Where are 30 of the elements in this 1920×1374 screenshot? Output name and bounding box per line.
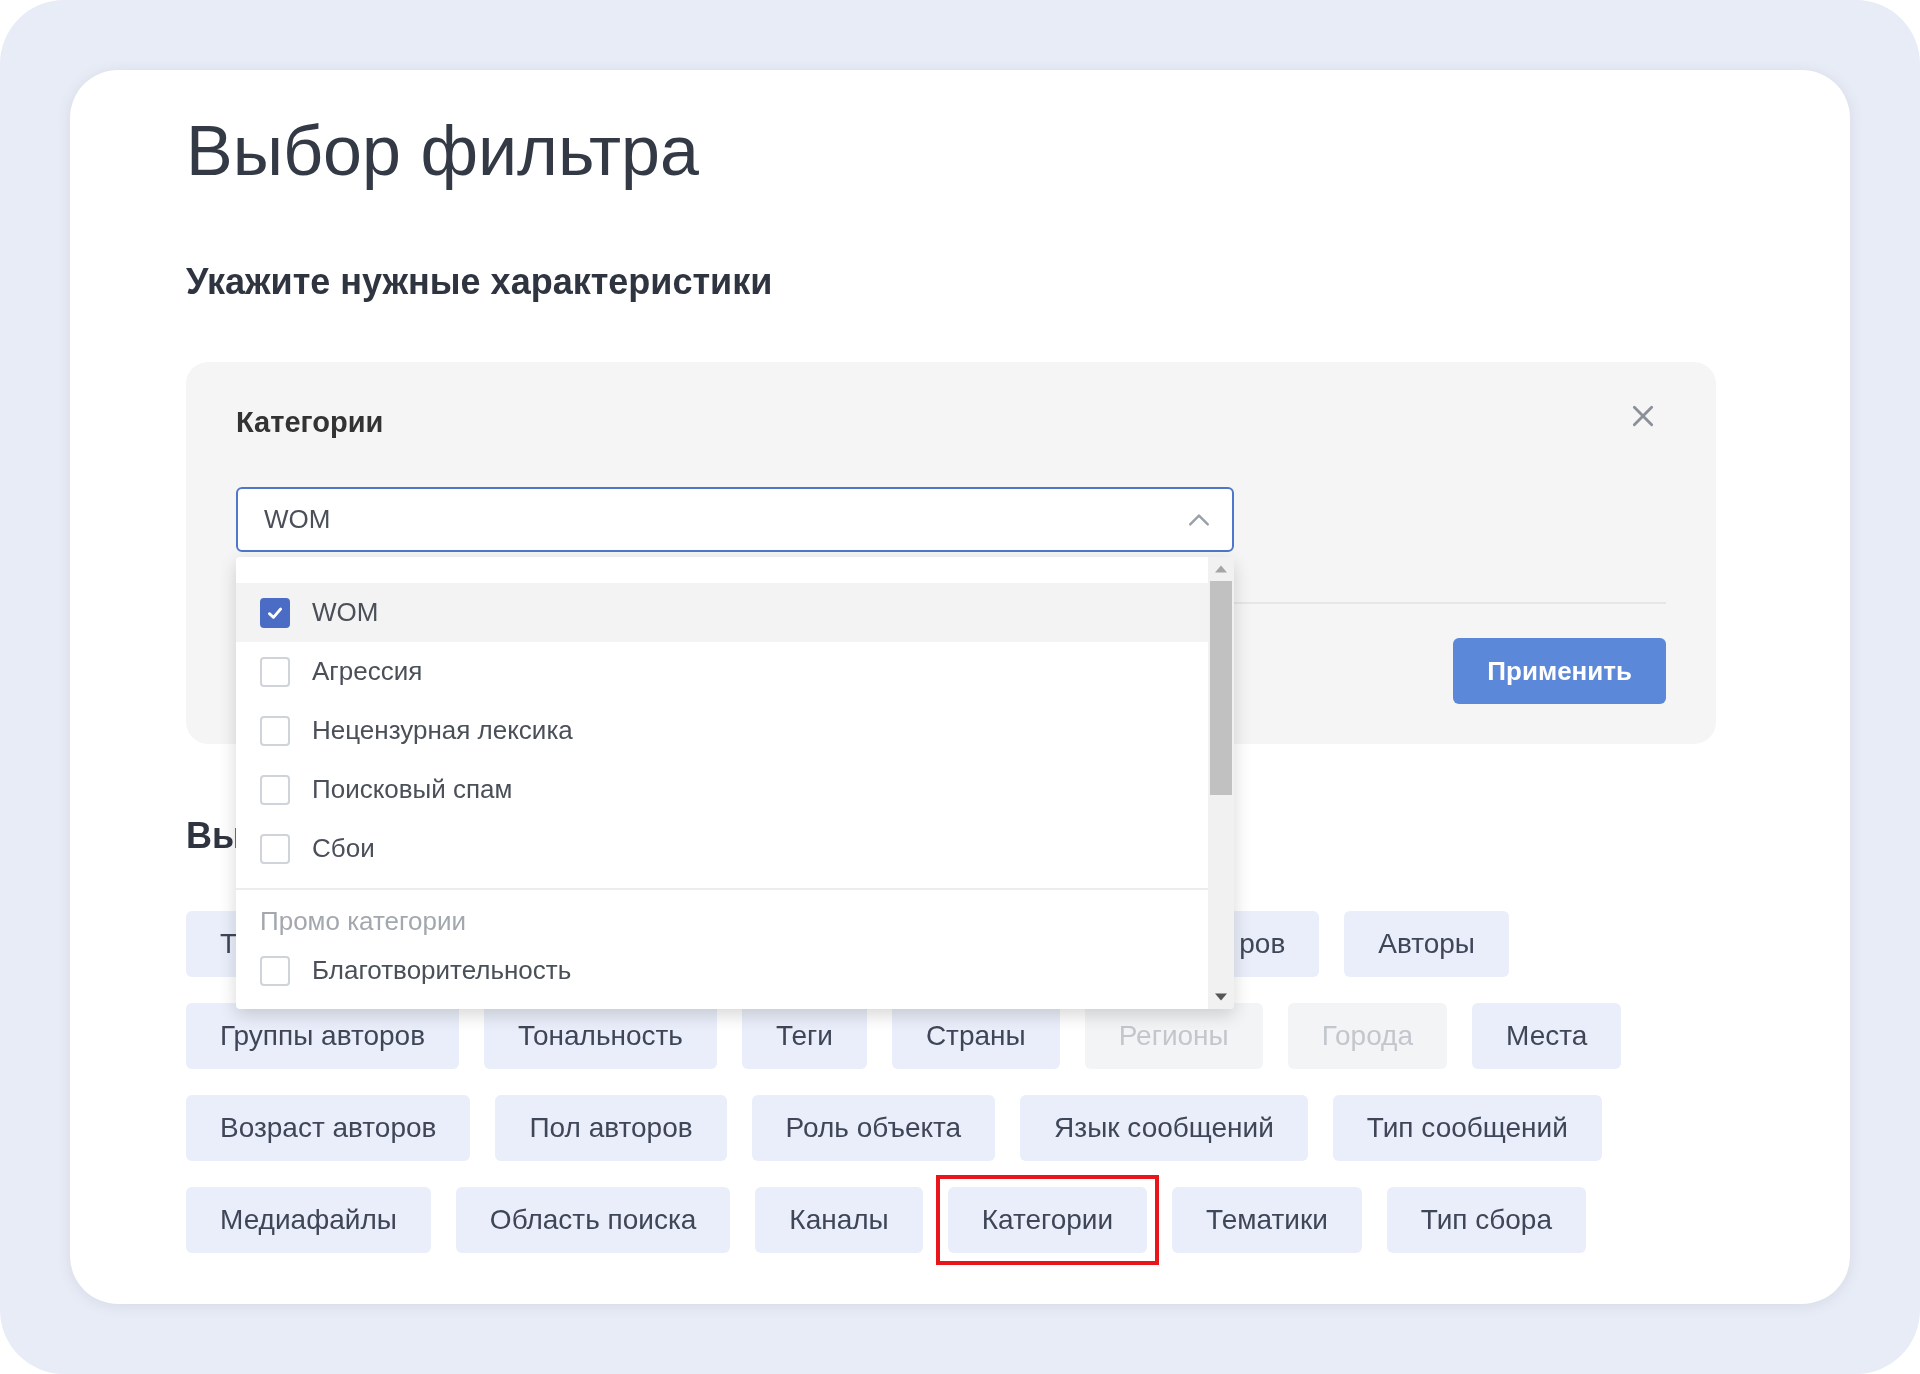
filter-tag[interactable]: Язык сообщений (1020, 1095, 1308, 1161)
checkbox[interactable] (260, 597, 290, 628)
filter-tag[interactable]: Тип сообщений (1332, 1095, 1602, 1161)
dropdown-option[interactable]: Поисковый спам (236, 760, 1208, 819)
scroll-down-icon[interactable] (1215, 993, 1227, 1001)
filter-tag[interactable]: Группы авторов (186, 1003, 459, 1069)
filter-tag[interactable]: Область поиска (455, 1187, 731, 1253)
dropdown-option[interactable]: Агрессия (236, 642, 1208, 701)
dropdown-option[interactable]: Сбои (236, 819, 1208, 878)
filter-tag[interactable]: Пол авторов (495, 1095, 727, 1161)
group-label: Промо категории (260, 906, 466, 936)
filter-tag[interactable]: Тип сбора (1386, 1187, 1586, 1253)
category-select[interactable]: WOM (236, 487, 1234, 552)
filter-label: Категории (236, 406, 384, 439)
dropdown-option[interactable]: WOM (236, 583, 1208, 642)
filter-tag[interactable]: Категории (947, 1187, 1148, 1253)
subtitle: Укажите нужные характеристики (186, 264, 774, 300)
filter-tag[interactable]: Авторы (1344, 911, 1509, 977)
scrollbar[interactable] (1208, 557, 1234, 1009)
chevron-icon (1188, 512, 1210, 527)
scroll-up-icon[interactable] (1215, 565, 1227, 573)
filter-tag[interactable]: Возраст авторов (186, 1095, 471, 1161)
filter-tag[interactable]: Каналы (755, 1187, 923, 1253)
filter-tag[interactable]: Места (1472, 1003, 1622, 1069)
filter-tag[interactable]: Роль объекта (751, 1095, 996, 1161)
dropdown-option[interactable]: Нецензурная лексика (236, 701, 1208, 760)
dropdown-option[interactable]: Благотворительность (236, 941, 1208, 1000)
filter-tag[interactable]: Тематики (1172, 1187, 1362, 1253)
apply-button[interactable]: Применить (1453, 638, 1666, 704)
filter-tag[interactable]: Медиафайлы (186, 1187, 431, 1253)
